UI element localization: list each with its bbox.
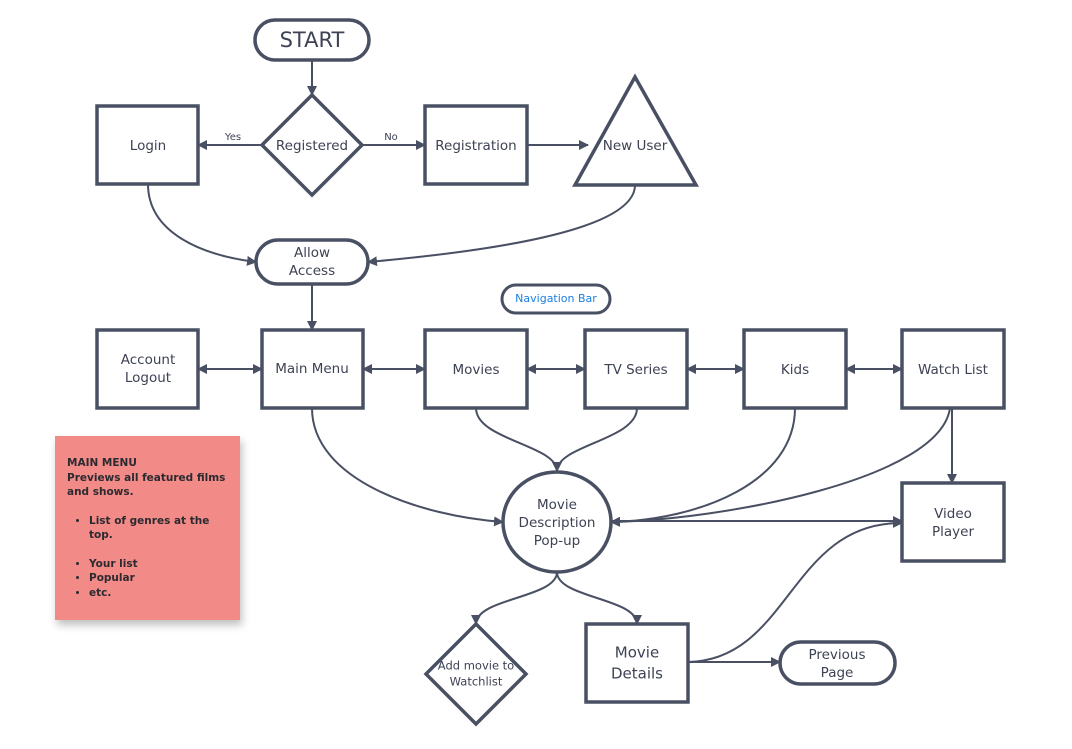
svg-text:Description: Description — [519, 515, 596, 531]
svg-text:Registered: Registered — [276, 138, 348, 154]
note-bullet: List of genres at the top. — [89, 514, 228, 543]
edge-label-yes: Yes — [224, 132, 241, 143]
note-bullets-1: List of genres at the top. — [67, 514, 228, 543]
svg-text:START: START — [280, 28, 345, 52]
svg-text:Main Menu: Main Menu — [275, 361, 349, 377]
node-start[interactable]: START — [253, 18, 371, 62]
svg-text:Registration: Registration — [435, 138, 516, 154]
svg-text:Movies: Movies — [453, 362, 500, 378]
flowchart: Yes No START Registered Login Registrati… — [95, 18, 1006, 727]
svg-text:New User: New User — [603, 138, 668, 154]
node-previous-page[interactable]: Previous Page — [778, 640, 897, 686]
svg-text:Pop-up: Pop-up — [534, 533, 581, 549]
node-tv-series[interactable]: TV Series — [583, 328, 689, 410]
svg-text:Add movie to: Add movie to — [438, 659, 514, 673]
svg-text:Details: Details — [611, 665, 663, 683]
note-bullet: etc. — [89, 586, 228, 601]
node-login[interactable]: Login — [95, 104, 200, 186]
node-new-user[interactable]: New User — [572, 73, 699, 187]
edge-movies-popup — [475, 407, 562, 472]
edge-tv-popup — [552, 407, 638, 472]
node-allow-access[interactable]: Allow Access — [254, 238, 370, 286]
edge-popup-watchlist-add — [471, 571, 558, 625]
svg-text:Logout: Logout — [125, 370, 171, 386]
node-movies[interactable]: Movies — [423, 328, 529, 410]
node-account-logout[interactable]: Account Logout — [95, 328, 200, 410]
svg-text:Player: Player — [932, 524, 974, 540]
node-video-player[interactable]: Video Player — [900, 481, 1006, 563]
node-kids[interactable]: Kids — [742, 328, 848, 410]
node-main-menu[interactable]: Main Menu — [260, 328, 365, 410]
svg-text:Page: Page — [821, 665, 854, 681]
edge-mainmenu-popup — [311, 407, 504, 527]
edge-popup-details — [556, 571, 642, 625]
svg-text:Video: Video — [934, 506, 972, 522]
svg-text:Movie: Movie — [615, 644, 659, 662]
note-bullets-2: Your list Popular etc. — [67, 557, 228, 601]
edge-kids-popup — [610, 407, 796, 527]
svg-text:Login: Login — [130, 138, 166, 154]
svg-text:Previous: Previous — [808, 647, 865, 663]
note-title: MAIN MENU — [67, 457, 137, 469]
edge-login-allow — [147, 183, 257, 266]
svg-text:Access: Access — [289, 263, 335, 279]
sticky-note-main-menu: MAIN MENU Previews all featured films an… — [55, 436, 240, 620]
note-bullet: Popular — [89, 571, 228, 586]
svg-text:Account: Account — [121, 352, 176, 368]
svg-text:TV Series: TV Series — [603, 362, 667, 378]
svg-text:Watch List: Watch List — [918, 362, 988, 378]
svg-text:Kids: Kids — [781, 362, 809, 378]
edge-watchlist-popup — [610, 407, 951, 527]
edge-newuser-allow — [367, 184, 636, 267]
note-subtitle: Previews all featured films and shows. — [67, 471, 226, 499]
node-watch-list[interactable]: Watch List — [900, 328, 1006, 410]
node-navigation-bar[interactable]: Navigation Bar — [500, 283, 612, 315]
svg-text:Navigation Bar: Navigation Bar — [515, 292, 597, 305]
node-movie-description-popup[interactable]: Movie Description Pop-up — [501, 470, 613, 574]
svg-text:Allow: Allow — [294, 245, 330, 261]
note-bullet: Your list — [89, 557, 228, 572]
svg-text:Watchlist: Watchlist — [450, 675, 503, 689]
node-add-to-watchlist[interactable]: Add movie to Watchlist — [423, 621, 529, 727]
svg-text:Movie: Movie — [537, 497, 577, 513]
node-registered[interactable]: Registered — [259, 92, 365, 198]
node-movie-details[interactable]: Movie Details — [584, 622, 690, 704]
edge-label-no: No — [384, 132, 398, 143]
node-registration[interactable]: Registration — [423, 104, 529, 186]
